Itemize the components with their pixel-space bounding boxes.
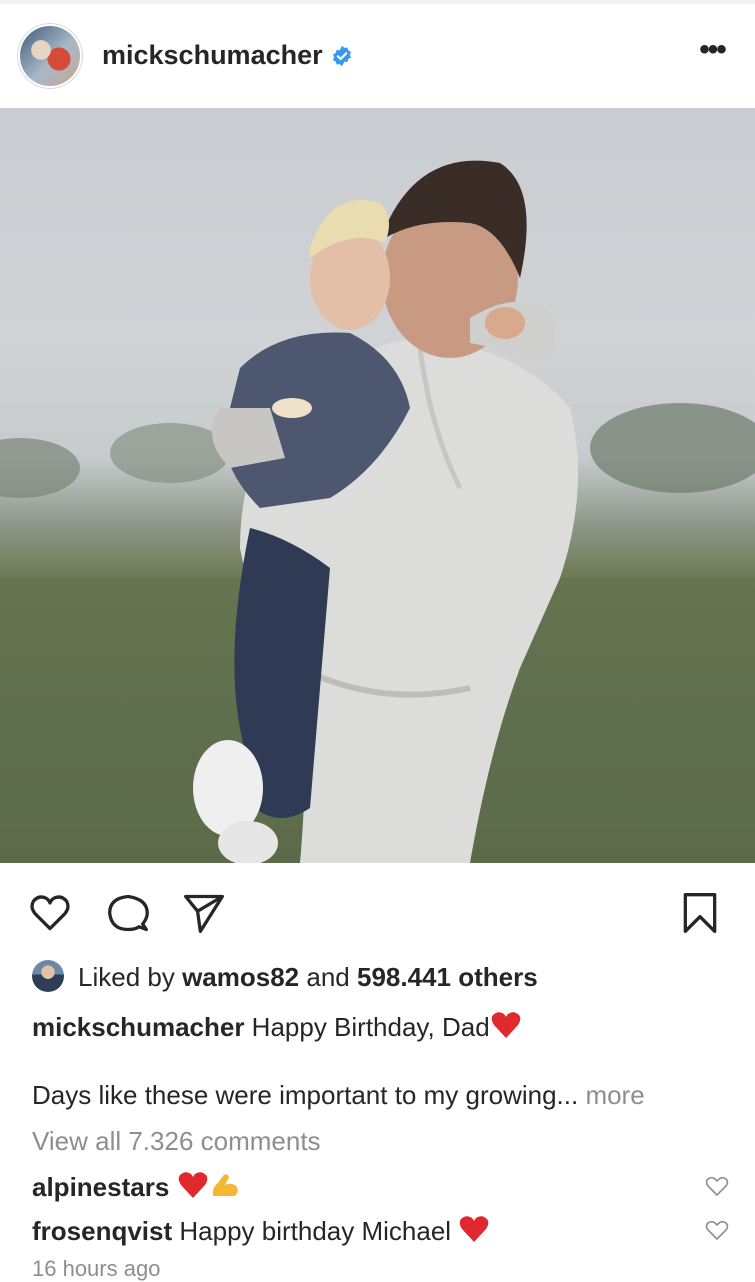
photo-illustration (0, 160, 755, 863)
red-heart-emoji-icon (460, 1216, 489, 1242)
save-bookmark-icon[interactable] (678, 891, 722, 935)
comment-like-heart-icon[interactable] (705, 1219, 729, 1241)
comment-bubble-icon[interactable] (106, 891, 150, 935)
liker-username[interactable]: wamos82 (182, 962, 299, 992)
caption-line: mickschumacher Happy Birthday, Dad (32, 1010, 522, 1043)
post-header: mickschumacher ••• (0, 4, 755, 108)
more-options-icon[interactable]: ••• (690, 35, 734, 70)
red-heart-emoji-icon (491, 1012, 520, 1038)
liker-avatar (32, 960, 64, 992)
like-heart-icon[interactable] (28, 891, 72, 935)
view-all-comments-link[interactable]: View all 7.326 comments (32, 1126, 321, 1157)
comment-username[interactable]: alpinestars (32, 1172, 169, 1202)
likes-count[interactable]: 598.441 others (357, 962, 538, 992)
comment-item: alpinestars (32, 1170, 241, 1203)
likes-summary[interactable]: Liked by wamos82 and 598.441 others (32, 958, 732, 994)
post-timestamp: 16 hours ago (32, 1256, 161, 1281)
likes-text: Liked by wamos82 and 598.441 others (78, 962, 538, 992)
share-paper-plane-icon[interactable] (182, 891, 226, 935)
comment-item: frosenqvist Happy birthday Michael (32, 1214, 490, 1247)
red-heart-emoji-icon (178, 1172, 207, 1198)
flexed-biceps-emoji-icon (212, 1174, 238, 1196)
verified-badge-icon (333, 45, 351, 67)
caption-text: Happy Birthday, Dad (244, 1012, 490, 1042)
comment-like-heart-icon[interactable] (705, 1175, 729, 1197)
profile-avatar[interactable] (20, 26, 80, 86)
comment-username[interactable]: frosenqvist (32, 1216, 172, 1246)
post-photo[interactable] (0, 108, 755, 863)
caption-body-text: Days like these were important to my gro… (32, 1080, 579, 1110)
caption-username[interactable]: mickschumacher (32, 1012, 244, 1042)
post-username[interactable]: mickschumacher (102, 40, 323, 71)
caption-more-link[interactable]: more (578, 1080, 644, 1110)
post-actions-bar (0, 863, 755, 953)
caption-body: Days like these were important to my gro… (32, 1080, 645, 1111)
